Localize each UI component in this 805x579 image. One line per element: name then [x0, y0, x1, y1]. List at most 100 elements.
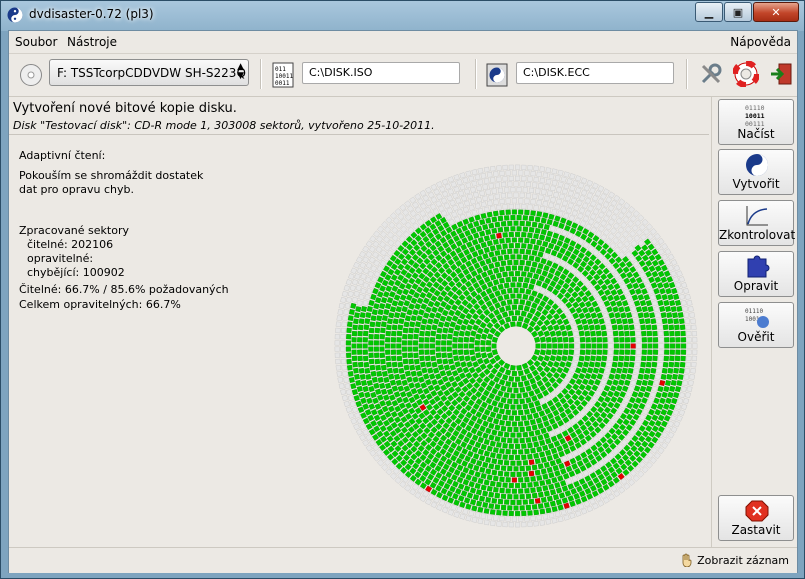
tools-icon[interactable] — [699, 62, 723, 86]
sector-mark — [390, 349, 397, 355]
sector-mark — [491, 400, 498, 407]
sector-mark — [667, 391, 674, 399]
sector-mark — [424, 498, 432, 506]
sector-mark — [651, 425, 659, 433]
sector-mark — [649, 312, 656, 319]
sector-mark — [389, 291, 396, 298]
sector-mark — [394, 312, 401, 319]
sector-mark — [391, 324, 398, 331]
sector-mark — [365, 312, 372, 319]
menu-file[interactable]: Soubor — [15, 35, 57, 49]
sector-mark — [513, 466, 519, 472]
sector-mark — [531, 504, 538, 510]
sector-mark — [564, 225, 571, 232]
sector-mark — [451, 304, 459, 312]
sector-mark — [470, 427, 478, 435]
sector-mark — [559, 260, 567, 268]
sector-mark — [508, 376, 515, 382]
create-button[interactable]: Vytvořit — [718, 149, 794, 195]
drive-select[interactable]: F: TSSTcorpCDDVDW SH-S223Q ▲ ▼ — [49, 59, 249, 86]
title-bar[interactable]: dvdisaster-0.72 (pl3) ▁ ▣ ✕ — [1, 1, 804, 29]
sector-mark — [477, 236, 485, 244]
sector-mark — [553, 440, 561, 448]
menu-tools[interactable]: Nástroje — [67, 35, 117, 49]
sector-mark — [675, 337, 681, 343]
sector-mark — [483, 246, 490, 254]
sector-mark — [525, 300, 532, 307]
sector-mark — [652, 349, 659, 355]
sector-mark — [674, 361, 680, 368]
check-button[interactable]: 01110 10011 Ověřit — [718, 302, 794, 348]
sector-mark — [507, 248, 513, 255]
sector-mark — [535, 343, 541, 349]
sector-mark — [457, 483, 465, 490]
sector-mark — [584, 372, 592, 380]
image-file-input[interactable]: C:\DISK.ISO — [302, 62, 460, 84]
sector-mark — [676, 305, 683, 312]
verify-button[interactable]: Zkontrolovat — [718, 200, 795, 246]
sector-mark — [445, 315, 453, 322]
sector-mark — [657, 436, 665, 444]
sector-mark — [401, 306, 408, 313]
sector-mark — [360, 305, 368, 313]
sector-mark — [573, 480, 580, 488]
sector-mark — [477, 506, 484, 513]
sector-mark — [667, 264, 675, 272]
sector-mark — [594, 190, 602, 197]
sector-mark — [401, 379, 408, 386]
minimize-button[interactable]: ▁ — [695, 2, 723, 22]
sector-mark — [597, 384, 605, 392]
sector-mark — [368, 327, 375, 334]
ecc-file-icon[interactable] — [486, 63, 508, 87]
sector-mark — [505, 237, 511, 243]
sector-mark — [453, 511, 460, 518]
sector-mark — [343, 284, 350, 292]
sector-mark — [637, 373, 644, 380]
ecc-file-input[interactable]: C:\DISK.ECC — [516, 62, 674, 84]
sector-mark — [485, 397, 493, 405]
sector-mark — [649, 391, 656, 398]
sector-mark — [385, 330, 391, 337]
sector-mark — [488, 222, 495, 229]
sector-mark — [554, 215, 561, 222]
sector-mark — [500, 465, 507, 471]
sector-mark — [360, 379, 368, 387]
sector-mark — [476, 267, 484, 275]
sector-mark — [491, 387, 499, 395]
show-log-button[interactable]: Zobrazit záznam — [680, 553, 789, 567]
stop-button[interactable]: Zastavit — [718, 495, 794, 541]
sector-mark — [334, 352, 341, 358]
sector-mark — [508, 164, 514, 170]
sector-mark — [569, 227, 577, 235]
sector-mark — [358, 391, 365, 399]
sector-mark — [402, 358, 409, 365]
sector-mark — [574, 367, 582, 374]
sector-mark — [654, 312, 661, 319]
close-button[interactable]: ✕ — [753, 2, 799, 22]
sector-mark — [343, 309, 350, 315]
image-file-icon[interactable]: 011 10011 0011 — [272, 62, 294, 88]
sector-mark — [692, 337, 698, 343]
sector-mark — [427, 300, 435, 308]
sector-mark — [654, 420, 662, 427]
lifebuoy-help-icon[interactable] — [733, 61, 759, 87]
sector-mark — [334, 340, 340, 346]
sector-mark — [584, 197, 592, 205]
menu-help[interactable]: Nápověda — [730, 35, 791, 49]
fix-button[interactable]: Opravit — [718, 251, 794, 297]
sector-mark — [504, 215, 510, 221]
sector-mark — [367, 270, 375, 278]
read-button[interactable]: 01110 10011 00111 Načíst — [718, 99, 794, 145]
sector-mark — [562, 212, 570, 219]
sector-mark — [387, 318, 393, 325]
sector-mark — [476, 185, 483, 192]
sector-mark — [556, 445, 564, 452]
sector-mark — [643, 373, 650, 380]
sector-mark — [611, 324, 618, 331]
exit-icon[interactable] — [769, 62, 793, 86]
sector-mark — [441, 506, 449, 514]
sector-mark — [536, 239, 543, 246]
cd-drive-icon[interactable] — [19, 63, 43, 87]
sector-mark — [619, 391, 627, 398]
maximize-button[interactable]: ▣ — [724, 2, 752, 22]
